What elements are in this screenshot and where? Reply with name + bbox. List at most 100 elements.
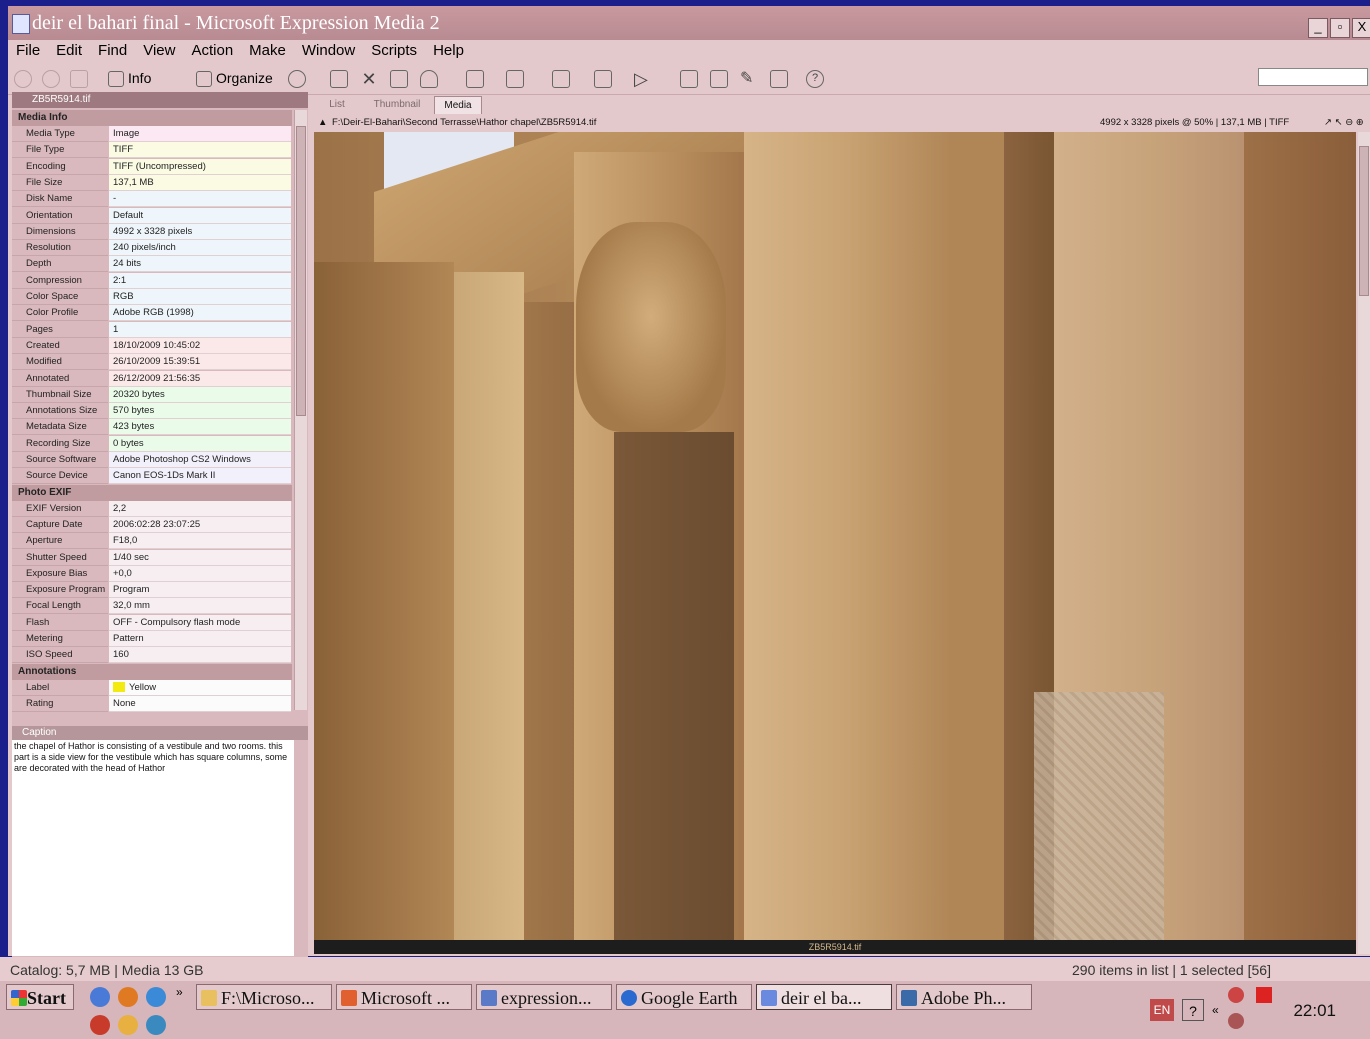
app-icon[interactable] bbox=[12, 14, 30, 34]
title-bar[interactable]: deir el bahari final - Microsoft Express… bbox=[8, 6, 1370, 40]
info-row-value[interactable]: None bbox=[109, 695, 291, 712]
tray-expand-icon[interactable]: « bbox=[1212, 1003, 1219, 1017]
info-row-value[interactable]: Adobe Photoshop CS2 Windows bbox=[109, 452, 291, 468]
caption-text[interactable]: the chapel of Hathor is consisting of a … bbox=[12, 740, 294, 956]
task-explorer[interactable]: F:\Microso... bbox=[196, 984, 332, 1010]
zoom-icon[interactable] bbox=[330, 70, 348, 88]
info-row-value[interactable]: 2,2 bbox=[109, 500, 291, 517]
info-row-value[interactable]: - bbox=[109, 191, 291, 208]
media-viewer[interactable] bbox=[314, 132, 1356, 940]
menu-file[interactable]: File bbox=[8, 40, 48, 59]
home-icon[interactable] bbox=[70, 70, 88, 88]
info-view-icon[interactable] bbox=[108, 71, 124, 87]
info-row-value[interactable]: 4992 x 3328 pixels bbox=[109, 223, 291, 240]
close-button[interactable]: X bbox=[1352, 18, 1370, 38]
tab-list[interactable]: List bbox=[314, 96, 360, 113]
info-view-button[interactable]: Info bbox=[128, 70, 151, 86]
info-row-value[interactable]: 240 pixels/inch bbox=[109, 240, 291, 257]
start-button[interactable]: Start bbox=[6, 984, 74, 1010]
menu-view[interactable]: View bbox=[135, 40, 183, 59]
task-google-earth[interactable]: Google Earth bbox=[616, 984, 752, 1010]
clock[interactable]: 22:01 bbox=[1293, 1001, 1336, 1021]
tab-media[interactable]: Media bbox=[434, 96, 482, 114]
menu-help[interactable]: Help bbox=[425, 40, 472, 59]
acrobat-quicklaunch-icon[interactable] bbox=[118, 1015, 138, 1035]
info-row-value[interactable]: OFF - Compulsory flash mode bbox=[109, 614, 291, 631]
language-indicator[interactable]: EN bbox=[1150, 999, 1174, 1021]
web-gallery-icon[interactable] bbox=[710, 70, 728, 88]
info-row-value[interactable]: RGB bbox=[109, 289, 291, 305]
slideshow-icon[interactable] bbox=[552, 70, 570, 88]
network-quicklaunch-icon[interactable] bbox=[90, 987, 110, 1007]
info-row-value[interactable]: 2006:02:28 23:07:25 bbox=[109, 516, 291, 533]
chart-icon[interactable] bbox=[594, 70, 612, 88]
tab-thumbnail[interactable]: Thumbnail bbox=[364, 96, 430, 113]
forward-icon[interactable] bbox=[42, 70, 60, 88]
organize-icon[interactable] bbox=[196, 71, 212, 87]
info-row-value[interactable]: Canon EOS-1Ds Mark II bbox=[109, 468, 291, 485]
microphone-icon[interactable] bbox=[420, 70, 438, 88]
info-row-value[interactable]: 26/10/2009 15:39:51 bbox=[109, 354, 291, 371]
info-row-value[interactable]: 32,0 mm bbox=[109, 598, 291, 615]
ie-quicklaunch-icon[interactable] bbox=[146, 987, 166, 1007]
flag-tray-icon[interactable] bbox=[1256, 987, 1272, 1003]
info-row-value[interactable]: 570 bytes bbox=[109, 403, 291, 420]
info-row-value[interactable]: 20320 bytes bbox=[109, 386, 291, 403]
info-row-value[interactable]: Yellow bbox=[109, 679, 291, 696]
info-row-value[interactable]: Program bbox=[109, 582, 291, 599]
quicklaunch-more-icon[interactable]: » bbox=[176, 985, 183, 999]
info-scrollbar-thumb[interactable] bbox=[296, 126, 306, 416]
gear-icon[interactable] bbox=[288, 70, 306, 88]
help-tray-icon[interactable]: ? bbox=[1182, 999, 1204, 1021]
info-row-value[interactable]: 160 bbox=[109, 647, 291, 664]
info-row-value[interactable]: 1/40 sec bbox=[109, 549, 291, 566]
info-row-value[interactable]: Default bbox=[109, 207, 291, 224]
info-row-value[interactable]: 18/10/2009 10:45:02 bbox=[109, 337, 291, 354]
info-row-value[interactable]: Pattern bbox=[109, 631, 291, 647]
export-icon[interactable] bbox=[680, 70, 698, 88]
section-header[interactable]: Photo EXIF bbox=[12, 484, 292, 501]
info-row-value[interactable]: 2:1 bbox=[109, 272, 291, 289]
menu-scripts[interactable]: Scripts bbox=[363, 40, 425, 59]
pencil-icon[interactable]: ✎ bbox=[740, 70, 758, 88]
menu-action[interactable]: Action bbox=[183, 40, 241, 59]
import-icon[interactable] bbox=[466, 70, 484, 88]
info-row-value[interactable]: TIFF (Uncompressed) bbox=[109, 158, 291, 175]
network-tray-icon[interactable] bbox=[1228, 1013, 1244, 1029]
viewer-scrollbar[interactable] bbox=[1358, 132, 1370, 954]
info-scrollbar[interactable] bbox=[294, 110, 307, 710]
task-deir-el-bahari[interactable]: deir el ba... bbox=[756, 984, 892, 1010]
search-input[interactable] bbox=[1258, 68, 1368, 86]
house-icon[interactable] bbox=[506, 70, 524, 88]
section-header[interactable]: Media Info bbox=[12, 110, 292, 126]
security-tray-icon[interactable] bbox=[1228, 987, 1244, 1003]
minimize-button[interactable]: _ bbox=[1308, 18, 1328, 38]
info-row-value[interactable]: 1 bbox=[109, 321, 291, 338]
print-icon[interactable] bbox=[770, 70, 788, 88]
organize-button[interactable]: Organize bbox=[216, 70, 273, 86]
info-row-value[interactable]: TIFF bbox=[109, 142, 291, 159]
menu-edit[interactable]: Edit bbox=[48, 40, 90, 59]
task-microsoft[interactable]: Microsoft ... bbox=[336, 984, 472, 1010]
info-row-value[interactable]: F18,0 bbox=[109, 533, 291, 550]
menu-window[interactable]: Window bbox=[294, 40, 363, 59]
info-row-value[interactable]: 24 bits bbox=[109, 256, 291, 273]
play-icon[interactable]: ▷ bbox=[634, 70, 652, 88]
firefox-quicklaunch-icon[interactable] bbox=[118, 987, 138, 1007]
app-quicklaunch-icon[interactable] bbox=[146, 1015, 166, 1035]
info-row-value[interactable]: 423 bytes bbox=[109, 419, 291, 436]
info-row-value[interactable]: 137,1 MB bbox=[109, 174, 291, 191]
info-row-value[interactable]: 26/12/2009 21:56:35 bbox=[109, 370, 291, 387]
info-row-value[interactable]: 0 bytes bbox=[109, 435, 291, 452]
menu-find[interactable]: Find bbox=[90, 40, 135, 59]
restore-button[interactable]: ▫ bbox=[1330, 18, 1350, 38]
path-up-icon[interactable]: ▲ bbox=[318, 114, 327, 132]
info-row-value[interactable]: Adobe RGB (1998) bbox=[109, 305, 291, 322]
task-expression[interactable]: expression... bbox=[476, 984, 612, 1010]
back-icon[interactable] bbox=[14, 70, 32, 88]
viewer-scrollbar-thumb[interactable] bbox=[1359, 146, 1369, 296]
task-photoshop[interactable]: Adobe Ph... bbox=[896, 984, 1032, 1010]
help-icon[interactable]: ? bbox=[806, 70, 824, 88]
info-row-value[interactable]: Image bbox=[109, 126, 291, 142]
media-quicklaunch-icon[interactable] bbox=[90, 1015, 110, 1035]
